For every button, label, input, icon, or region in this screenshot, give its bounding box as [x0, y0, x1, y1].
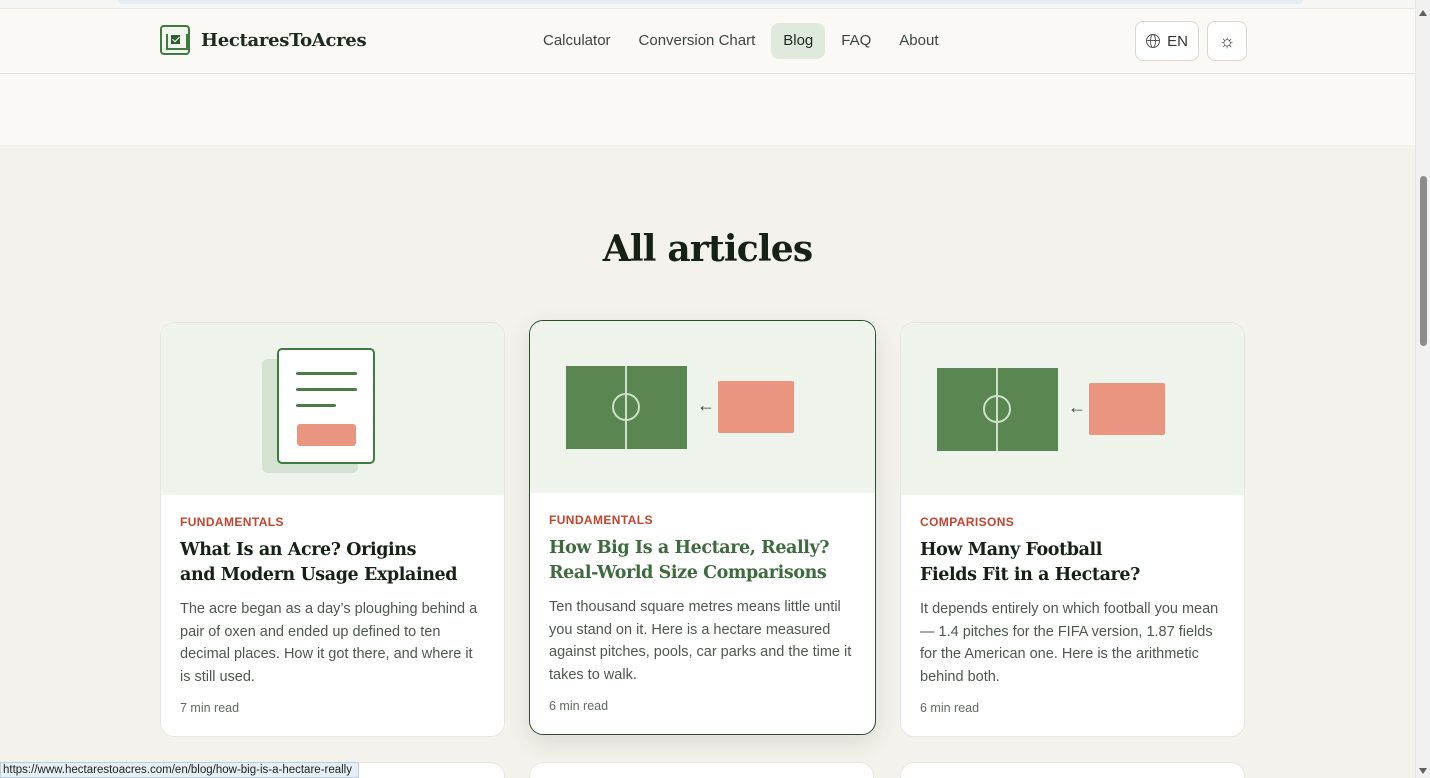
nav-blog[interactable]: Blog	[771, 23, 826, 59]
nav-faq[interactable]: FAQ	[829, 23, 883, 59]
globe-icon	[1146, 34, 1161, 48]
article-card[interactable]: ← COMPARISONS How Many Football Fields Fi…	[900, 322, 1245, 737]
article-category: COMPARISONS	[920, 515, 1015, 529]
article-excerpt: It depends entirely on which football yo…	[920, 601, 1219, 685]
article-title: What Is an Acre? Origins and Modern Usage…	[180, 540, 458, 585]
sun-icon: ☼	[1218, 30, 1236, 51]
scroll-up-icon[interactable]	[1419, 10, 1427, 16]
article-card-peek[interactable]	[900, 762, 1245, 778]
article-title: How Many Football Fields Fit in a Hectare…	[920, 540, 1140, 585]
checkmark-icon	[171, 35, 180, 44]
section-title: All articles	[602, 228, 813, 270]
article-card-peek[interactable]	[529, 762, 874, 778]
article-card[interactable]: ← FUNDAMENTALS How Big Is a Hectare, Rea…	[529, 320, 876, 735]
hero-band	[0, 74, 1415, 145]
article-category: FUNDAMENTALS	[549, 513, 653, 527]
article-title: How Big Is a Hectare, Really? Real-World …	[549, 538, 830, 583]
article-excerpt: Ten thousand square metres means little …	[549, 599, 852, 683]
scroll-down-icon[interactable]	[1419, 768, 1427, 774]
read-time: 7 min read	[180, 701, 240, 715]
read-time: 6 min read	[549, 699, 609, 713]
main-nav: Calculator Conversion Chart Blog FAQ Abo…	[531, 23, 955, 59]
nav-calculator[interactable]: Calculator	[531, 23, 623, 59]
site-header: HectaresToAcres Calculator Conversion Ch…	[0, 9, 1415, 74]
page-scrollbar[interactable]	[1415, 0, 1430, 778]
scrollbar-thumb[interactable]	[1420, 176, 1427, 346]
nav-about[interactable]: About	[887, 23, 950, 59]
tab-strip-shadow	[118, 0, 1303, 4]
browser-top-strip	[0, 0, 1415, 9]
hectare-block-icon	[1089, 383, 1165, 435]
theme-toggle-button[interactable]: ☼	[1207, 21, 1247, 61]
language-label: EN	[1167, 32, 1188, 50]
status-bar-url: https://www.hectarestoacres.com/en/blog/…	[0, 762, 359, 778]
language-button[interactable]: EN	[1135, 21, 1199, 61]
arrow-left-icon: ←	[697, 395, 715, 415]
article-thumbnail	[161, 323, 504, 495]
article-thumbnail: ←	[901, 323, 1244, 495]
arrow-left-icon: ←	[1068, 397, 1086, 417]
hectare-block-icon	[718, 381, 794, 433]
brand-link[interactable]: HectaresToAcres	[160, 25, 367, 55]
nav-conversion-chart[interactable]: Conversion Chart	[627, 23, 768, 59]
article-thumbnail: ←	[530, 321, 875, 493]
read-time: 6 min read	[920, 701, 980, 715]
article-card[interactable]: FUNDAMENTALS What Is an Acre? Origins and…	[160, 322, 505, 737]
article-category: FUNDAMENTALS	[180, 515, 284, 529]
article-excerpt: The acre began as a day’s ploughing behi…	[180, 601, 478, 685]
football-field-icon	[937, 368, 1058, 451]
document-icon	[277, 348, 375, 464]
logo-icon	[160, 25, 190, 55]
brand-name: HectaresToAcres	[201, 29, 367, 51]
football-field-icon	[566, 366, 687, 449]
